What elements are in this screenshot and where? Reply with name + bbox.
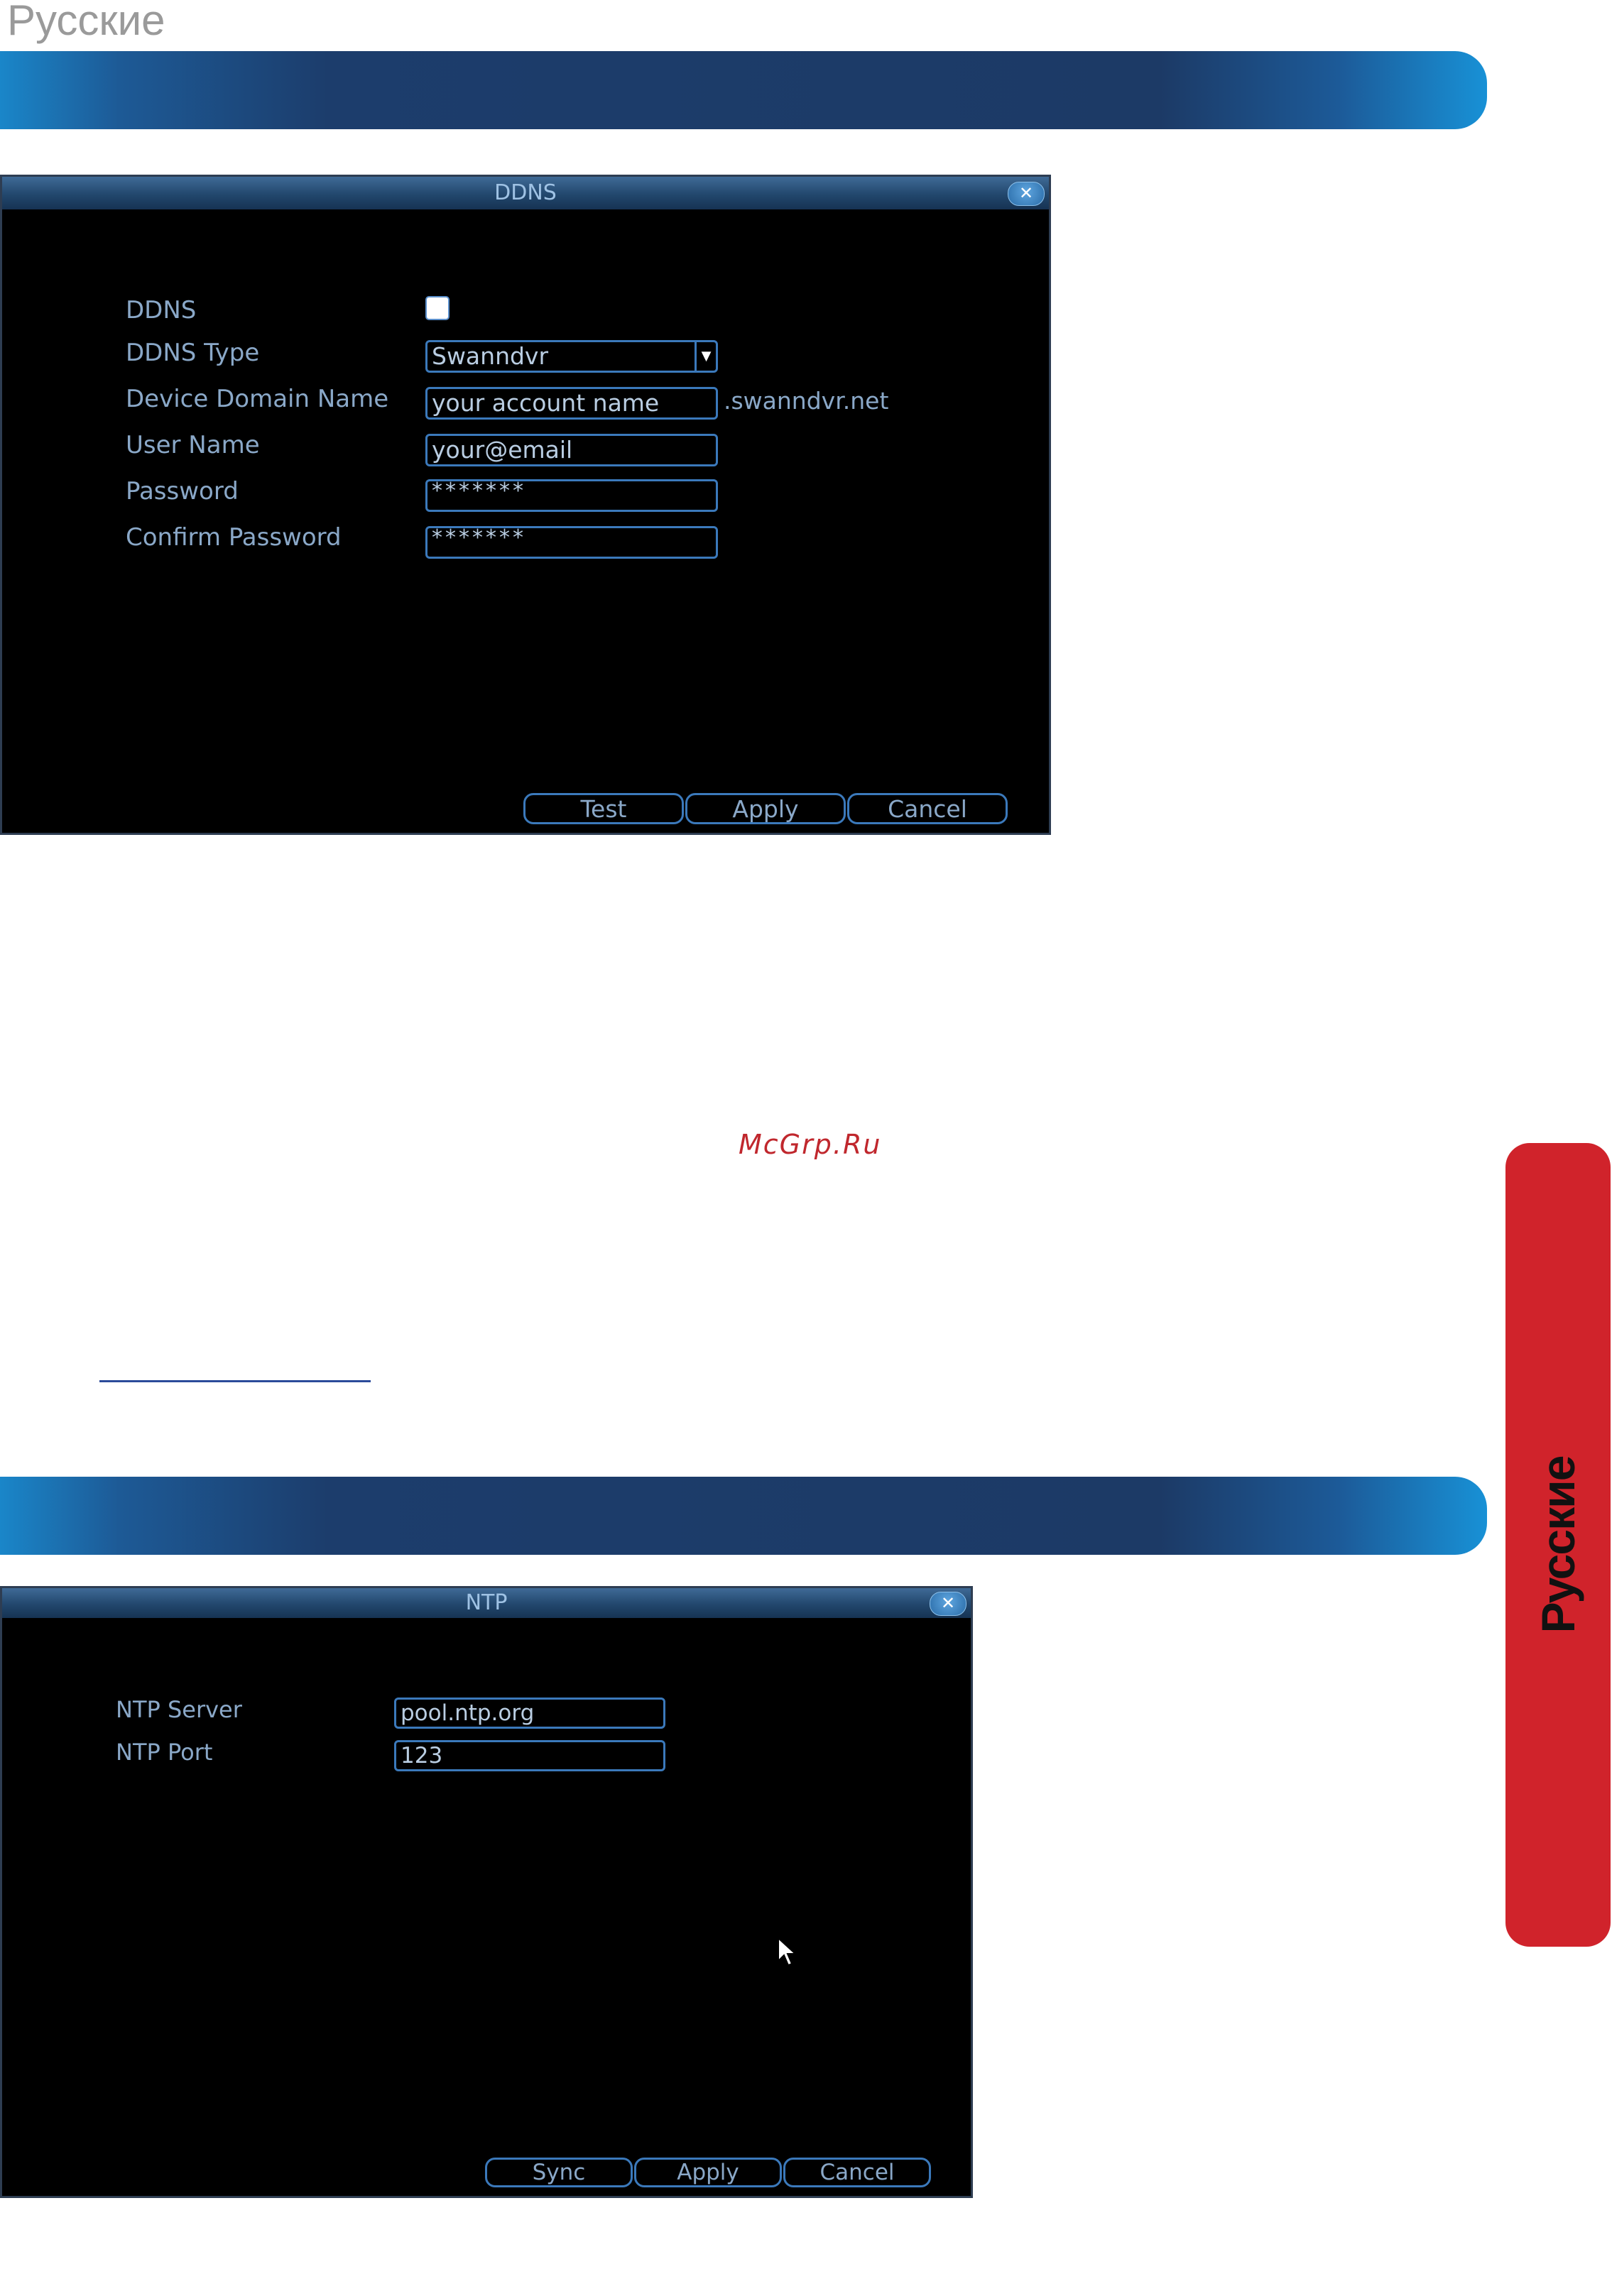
close-icon[interactable]: ✕ (1008, 182, 1045, 206)
ddns-enable-checkbox[interactable] (425, 296, 450, 320)
close-icon[interactable]: ✕ (930, 1592, 966, 1616)
mouse-pointer-icon (778, 1937, 797, 1967)
link-underline (99, 1380, 371, 1382)
test-button[interactable]: Test (523, 793, 684, 824)
ntp-dialog: NTP ✕ NTP Server pool.ntp.org NTP Port 1… (0, 1586, 973, 2198)
ddns-dialog-titlebar: DDNS ✕ (2, 177, 1049, 209)
domain-name-label: Device Domain Name (126, 385, 389, 413)
ddns-dialog-title: DDNS (494, 180, 557, 205)
side-tab-label: Русские (1532, 1456, 1584, 1634)
ntp-server-label: NTP Server (116, 1696, 242, 1723)
watermark-text: McGrp.Ru (739, 1129, 882, 1160)
chevron-down-icon[interactable]: ▼ (695, 342, 716, 371)
ntp-server-input[interactable]: pool.ntp.org (394, 1698, 665, 1729)
domain-name-suffix: .swanndvr.net (724, 387, 889, 415)
ddns-type-label: DDNS Type (126, 339, 260, 367)
ddns-type-value: Swanndvr (432, 342, 549, 370)
user-name-label: User Name (126, 431, 260, 459)
page-language-title: Русские (7, 0, 165, 44)
section-banner-ntp (0, 1477, 1487, 1555)
user-name-input[interactable]: your@email (425, 434, 718, 466)
password-label: Password (126, 477, 239, 505)
password-input[interactable]: ******* (425, 479, 718, 512)
sync-button[interactable]: Sync (485, 2158, 633, 2187)
cancel-button[interactable]: Cancel (847, 793, 1008, 824)
domain-name-input[interactable]: your account name (425, 387, 718, 420)
confirm-password-label: Confirm Password (126, 523, 342, 552)
cancel-button[interactable]: Cancel (783, 2158, 931, 2187)
ntp-port-input[interactable]: 123 (394, 1740, 665, 1771)
confirm-password-input[interactable]: ******* (425, 526, 718, 559)
language-side-tab: Русские (1505, 1143, 1611, 1947)
apply-button[interactable]: Apply (634, 2158, 782, 2187)
ntp-port-label: NTP Port (116, 1739, 213, 1766)
section-banner-ddns (0, 51, 1487, 129)
ddns-enable-label: DDNS (126, 296, 197, 324)
apply-button[interactable]: Apply (685, 793, 846, 824)
ntp-dialog-titlebar: NTP ✕ (2, 1588, 971, 1618)
ddns-dialog: DDNS ✕ DDNS DDNS Type Swanndvr ▼ Device … (0, 175, 1051, 835)
ddns-type-select[interactable]: Swanndvr ▼ (425, 340, 718, 373)
ntp-dialog-title: NTP (465, 1590, 508, 1615)
